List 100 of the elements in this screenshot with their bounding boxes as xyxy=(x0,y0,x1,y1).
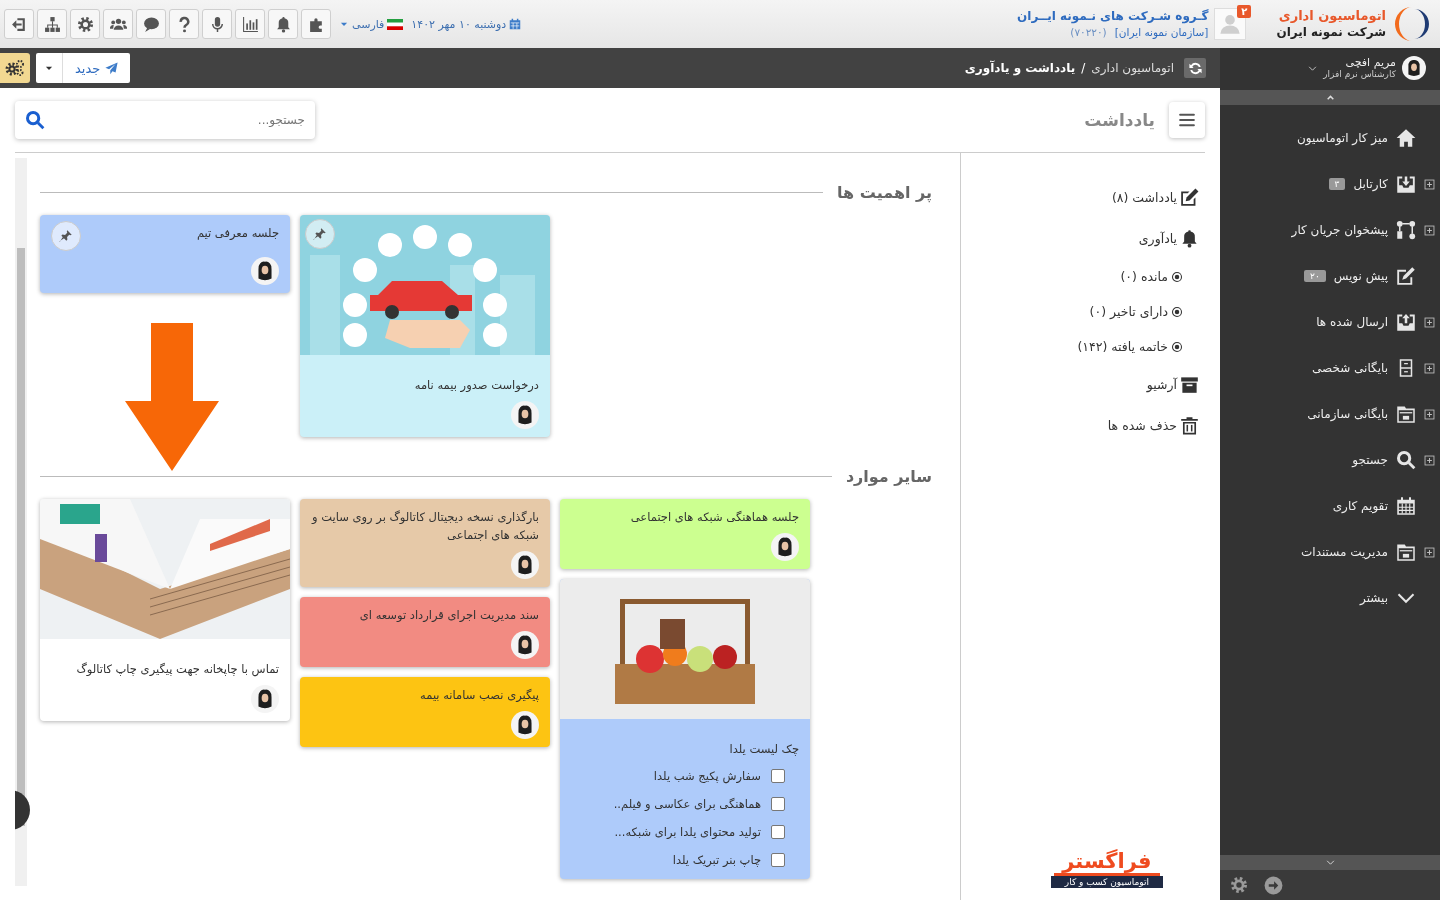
menu-item[interactable]: ارسال شده ها xyxy=(1220,299,1440,345)
menu-item[interactable]: پیش نویس ۲۰ xyxy=(1220,253,1440,299)
chat-icon xyxy=(142,15,160,33)
menu-button[interactable] xyxy=(1169,102,1205,138)
menu-item[interactable]: میز کار اتوماسیون xyxy=(1220,115,1440,161)
send-icon xyxy=(105,61,119,75)
menu-item[interactable]: بیشتر xyxy=(1220,575,1440,621)
breadcrumb-separator: / xyxy=(1081,61,1086,75)
bell-button[interactable] xyxy=(268,9,298,39)
checkbox[interactable] xyxy=(771,853,785,867)
file-box-icon xyxy=(1396,542,1416,562)
puzzle-button[interactable] xyxy=(301,9,331,39)
settings-icon xyxy=(76,15,94,33)
note-card[interactable]: سند مدیریت اجرای قرارداد توسعه ای xyxy=(300,596,550,667)
company-name: شرکت نمونه ایران xyxy=(1276,24,1386,41)
edit-icon xyxy=(1396,266,1416,286)
radio-icon xyxy=(1171,340,1183,353)
nav-link[interactable]: آرشیو xyxy=(1146,364,1199,405)
note-card[interactable]: چک لیست یلدا سفارش پکیج شب یلدا هماهنگی برای عکاسی و فیلم.. تولید محتوای یلدا برای شبکه... چاپ بنر تبریک یلدا xyxy=(560,579,810,879)
menu-item[interactable]: مدیریت مستندات xyxy=(1220,529,1440,575)
flag-icon xyxy=(387,18,404,30)
bell-icon xyxy=(1180,229,1199,248)
chevron-up-icon xyxy=(1325,93,1335,102)
note-card[interactable]: درخواست صدور بیمه نامه xyxy=(300,215,550,437)
outbox-icon xyxy=(1396,312,1416,332)
menu-item[interactable]: بایگانی شخصی xyxy=(1220,345,1440,391)
language-selector[interactable]: فارسی xyxy=(339,17,404,31)
gears-icon xyxy=(5,59,25,77)
chart-button[interactable] xyxy=(235,9,265,39)
pin-icon xyxy=(59,229,73,243)
checkbox[interactable] xyxy=(771,797,785,811)
calendar-icon xyxy=(1396,496,1416,516)
checklist-label: چاپ بنر تبریک یلدا xyxy=(672,853,761,867)
filter-option[interactable]: مانده (۰) xyxy=(1120,259,1199,294)
search-icon xyxy=(25,110,45,130)
menu-label: مدیریت مستندات xyxy=(1301,545,1388,559)
exit-icon xyxy=(10,15,28,33)
note-card[interactable]: جلسه هماهنگی شبکه های اجتماعی xyxy=(560,499,810,569)
menu-label: جستجو xyxy=(1352,453,1388,467)
nav-link[interactable]: یادداشت (۸) xyxy=(1111,177,1199,218)
note-card[interactable]: پیگیری نصب سامانه بیمه xyxy=(300,676,550,747)
section-title: پر اهمیت ها xyxy=(837,182,932,202)
radio-icon xyxy=(1171,305,1183,318)
filter-option[interactable]: خاتمه یافته (۱۴۲) xyxy=(1077,329,1199,364)
arrow-right-circle-icon xyxy=(1264,875,1283,895)
pin-button[interactable] xyxy=(51,221,81,251)
organization-unit: [سازمان نمونه ایران] xyxy=(1114,25,1209,40)
menu-label: تقویم کاری xyxy=(1332,499,1388,513)
help-button[interactable] xyxy=(169,9,199,39)
section-title: سایر موارد xyxy=(845,466,932,486)
menu-label: ارسال شده ها xyxy=(1316,315,1388,329)
checklist-label: تولید محتوای یلدا برای شبکه... xyxy=(614,825,761,839)
user-name[interactable]: مریم افچی xyxy=(1323,56,1396,70)
menu-item[interactable]: تقویم کاری xyxy=(1220,483,1440,529)
note-title: چک لیست یلدا xyxy=(729,741,799,758)
sitemap-button[interactable] xyxy=(37,9,67,39)
note-title: جلسه معرفی تیم xyxy=(196,225,279,242)
user-silhouette-icon xyxy=(1219,13,1242,35)
nav-link[interactable]: یادآوری xyxy=(1138,218,1199,259)
users-button[interactable] xyxy=(103,9,133,39)
checkbox[interactable] xyxy=(771,769,785,783)
search-field[interactable]: جستجو... xyxy=(15,101,315,139)
menu-item[interactable]: پیشخوان جریان کار xyxy=(1220,207,1440,253)
nav-link[interactable]: حذف شده ها xyxy=(1107,405,1199,446)
settings-button[interactable] xyxy=(70,9,100,39)
calendar-small-icon xyxy=(509,18,522,30)
menu-item[interactable]: بایگانی سازمانی xyxy=(1220,391,1440,437)
checkbox[interactable] xyxy=(771,825,785,839)
filter-option[interactable]: دارای تاخیر (۰) xyxy=(1089,294,1199,329)
note-title: سند مدیریت اجرای قرارداد توسعه ای xyxy=(359,606,539,624)
inbox-icon xyxy=(1396,174,1416,194)
edit-note-icon xyxy=(1180,188,1199,207)
refresh-icon xyxy=(1187,60,1203,76)
settings-button[interactable] xyxy=(1230,876,1248,894)
chevron-down-icon xyxy=(1308,63,1318,73)
archive-icon xyxy=(1180,375,1199,394)
sitemap-icon xyxy=(43,15,61,33)
note-card[interactable]: بارگذاری نسخه دیجیتال کاتالوگ بر روی سایت و شبکه های اجتماعی xyxy=(300,499,550,587)
menu-item[interactable]: جستجو xyxy=(1220,437,1440,483)
settings-button[interactable] xyxy=(0,53,30,83)
scrollbar[interactable] xyxy=(15,158,27,886)
collapse-button[interactable] xyxy=(1264,875,1283,895)
count-badge: ۳ xyxy=(1328,178,1346,190)
note-card[interactable]: تماس با چاپخانه جهت پیگیری چاپ کاتالوگ xyxy=(40,499,290,721)
page-title: یادداشت xyxy=(1084,110,1155,130)
exit-button[interactable] xyxy=(4,9,34,39)
breadcrumb-item: یادداشت و یادآوری xyxy=(964,61,1076,75)
chat-button[interactable] xyxy=(136,9,166,39)
search-icon xyxy=(1396,450,1416,470)
pin-button[interactable] xyxy=(305,219,335,249)
organization-title[interactable]: گـروه شـرکت های نـمونه ایــران xyxy=(1017,8,1209,26)
menu-item[interactable]: کارتابل ۳ xyxy=(1220,161,1440,207)
menu-icon xyxy=(1178,111,1196,129)
menu-label: پیشخوان جریان کار xyxy=(1291,223,1388,237)
note-card[interactable]: جلسه معرفی تیم xyxy=(40,215,290,293)
note-title: جلسه هماهنگی شبکه های اجتماعی xyxy=(630,509,799,526)
refresh-button[interactable] xyxy=(1184,58,1206,78)
breadcrumb-item[interactable]: اتوماسیون اداری xyxy=(1091,61,1174,75)
microphone-button[interactable] xyxy=(202,9,232,39)
checklist-label: هماهنگی برای عکاسی و فیلم.. xyxy=(613,797,761,811)
